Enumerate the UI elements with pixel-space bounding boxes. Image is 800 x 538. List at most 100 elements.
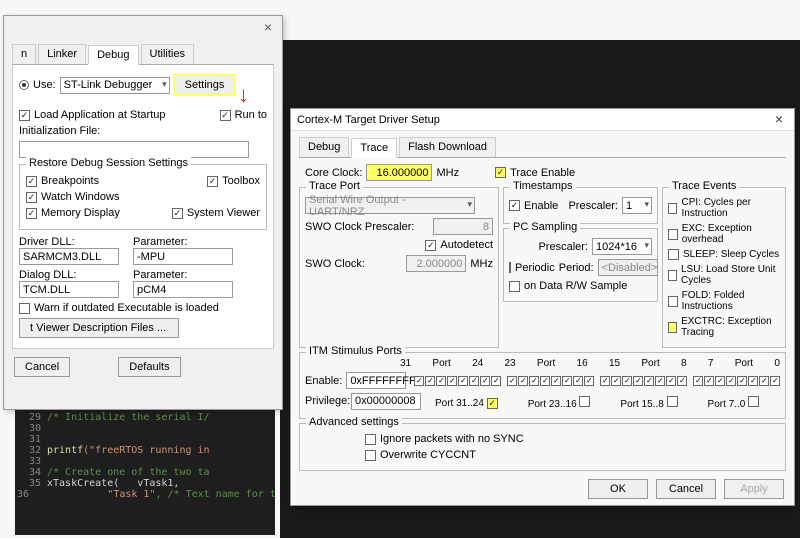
advanced-legend: Advanced settings <box>306 416 402 428</box>
tab-n[interactable]: n <box>12 44 36 64</box>
tab-linker[interactable]: Linker <box>38 44 86 64</box>
init-file-input[interactable] <box>19 141 249 158</box>
stim-bit-3[interactable] <box>737 376 747 386</box>
lsu-check[interactable] <box>668 270 677 281</box>
periodic-check[interactable] <box>509 262 511 273</box>
sleep-check[interactable] <box>668 249 679 260</box>
stim-legend: ITM Stimulus Ports <box>306 345 405 357</box>
stim-bit-8[interactable] <box>677 376 687 386</box>
driver-dll-input[interactable]: SARMCM3.DLL <box>19 248 119 265</box>
tab-debug[interactable]: Debug <box>299 137 349 157</box>
run-to-label: Run to <box>235 109 267 121</box>
stim-bit-23[interactable] <box>507 376 517 386</box>
trace-setup-dialog: Cortex-M Target Driver Setup × Debug Tra… <box>290 108 795 506</box>
stim-bit-12[interactable] <box>633 376 643 386</box>
pg3124-check[interactable] <box>487 398 498 409</box>
stim-bit-17[interactable] <box>573 376 583 386</box>
trace-enable-check[interactable] <box>495 167 506 178</box>
ts-presc-select[interactable]: 1 <box>622 197 652 214</box>
on-rw-check[interactable] <box>509 281 520 292</box>
apply-button[interactable]: Apply <box>724 479 784 499</box>
stim-bit-4[interactable] <box>726 376 736 386</box>
settings-button[interactable]: Settings <box>174 75 236 95</box>
options-dialog: × n Linker Debug Utilities Use: ST-Link … <box>3 15 283 410</box>
stim-bit-22[interactable] <box>518 376 528 386</box>
ok-button[interactable]: OK <box>588 479 648 499</box>
stim-bit-2[interactable] <box>748 376 758 386</box>
tab-flash[interactable]: Flash Download <box>399 137 496 157</box>
tab-debug[interactable]: Debug <box>88 45 138 65</box>
enable-input[interactable]: 0xFFFFFFFF <box>346 372 406 389</box>
stim-bit-1[interactable] <box>759 376 769 386</box>
param2-input[interactable]: pCM4 <box>133 281 233 298</box>
trace-port-select[interactable]: Serial Wire Output - UART/NRZ <box>305 197 475 214</box>
stim-bit-28[interactable] <box>447 376 457 386</box>
stim-bit-26[interactable] <box>469 376 479 386</box>
tab-trace[interactable]: Trace <box>351 138 397 158</box>
debugger-select[interactable]: ST-Link Debugger <box>60 77 170 94</box>
fold-check[interactable] <box>668 296 678 307</box>
autodetect-check[interactable] <box>425 240 436 251</box>
cancel-button[interactable]: Cancel <box>14 357 70 377</box>
ts-enable-check[interactable] <box>509 200 520 211</box>
stim-bit-15[interactable] <box>600 376 610 386</box>
pg2316-check[interactable] <box>579 396 590 407</box>
pc-presc-select[interactable]: 1024*16 <box>592 238 652 255</box>
viewer-files-button[interactable]: t Viewer Description Files ... <box>19 318 179 338</box>
memory-label: Memory Display <box>41 207 120 219</box>
pg70-check[interactable] <box>748 396 759 407</box>
exc-check[interactable] <box>668 229 678 240</box>
watch-check[interactable] <box>26 192 37 203</box>
stim-bit-5[interactable] <box>715 376 725 386</box>
restore-group: Restore Debug Session Settings Breakpoin… <box>19 164 267 230</box>
stim-bit-29[interactable] <box>436 376 446 386</box>
priv-input[interactable]: 0x00000008 <box>351 393 421 410</box>
exctrc-check[interactable] <box>668 322 677 333</box>
close-icon[interactable]: × <box>770 111 788 129</box>
stim-bit-25[interactable] <box>480 376 490 386</box>
swo-clock-label: SWO Clock: <box>305 258 365 270</box>
run-to-check[interactable] <box>220 110 231 121</box>
warn-exec-check[interactable] <box>19 303 30 314</box>
cyccnt-check[interactable] <box>365 450 376 461</box>
stim-bit-9[interactable] <box>666 376 676 386</box>
stim-bit-20[interactable] <box>540 376 550 386</box>
stim-bit-18[interactable] <box>562 376 572 386</box>
stim-bit-10[interactable] <box>655 376 665 386</box>
stim-bit-14[interactable] <box>611 376 621 386</box>
use-radio[interactable] <box>19 80 29 90</box>
load-app-check[interactable] <box>19 110 30 121</box>
ignore-sync-check[interactable] <box>365 434 376 445</box>
defaults-button[interactable]: Defaults <box>118 357 180 377</box>
memory-check[interactable] <box>26 208 37 219</box>
swo-presc-input: 8 <box>433 218 493 235</box>
sysviewer-check[interactable] <box>172 208 183 219</box>
stim-bit-24[interactable] <box>491 376 501 386</box>
stim-bit-30[interactable] <box>425 376 435 386</box>
stim-bit-21[interactable] <box>529 376 539 386</box>
stim-bit-19[interactable] <box>551 376 561 386</box>
tab-utilities[interactable]: Utilities <box>141 44 194 64</box>
h7: 7 <box>708 358 714 369</box>
trace-enable-label: Trace Enable <box>510 167 575 179</box>
stim-bit-27[interactable] <box>458 376 468 386</box>
breakpoints-check[interactable] <box>26 176 37 187</box>
toolbox-check[interactable] <box>207 176 218 187</box>
stim-bit-6[interactable] <box>704 376 714 386</box>
stim-bit-7[interactable] <box>693 376 703 386</box>
stim-bit-16[interactable] <box>584 376 594 386</box>
ts-presc-label: Prescaler: <box>568 200 618 212</box>
stim-bit-13[interactable] <box>622 376 632 386</box>
stim-bit-31[interactable] <box>414 376 424 386</box>
core-clock-input[interactable]: 16.000000 <box>366 164 432 181</box>
dialog-dll-input[interactable]: TCM.DLL <box>19 281 119 298</box>
pc-legend: PC Sampling <box>510 221 580 233</box>
param2-label: Parameter: <box>133 269 233 281</box>
stim-bit-11[interactable] <box>644 376 654 386</box>
cancel-button[interactable]: Cancel <box>656 479 716 499</box>
stim-bit-0[interactable] <box>770 376 780 386</box>
pg158-check[interactable] <box>667 396 678 407</box>
param1-input[interactable]: -MPU <box>133 248 233 265</box>
close-icon[interactable]: × <box>259 19 277 37</box>
cpi-check[interactable] <box>668 203 677 214</box>
